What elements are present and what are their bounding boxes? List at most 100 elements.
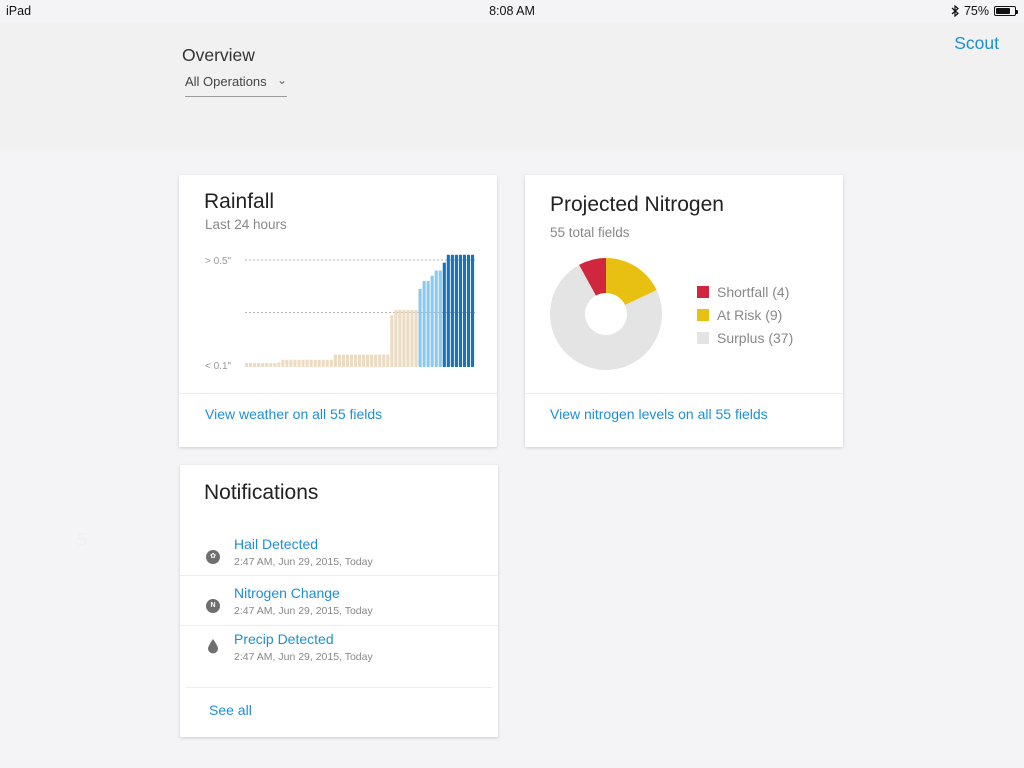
status-bar: iPad 8:08 AM 75%: [0, 0, 1024, 22]
legend-item: Shortfall (4): [697, 280, 793, 303]
view-nitrogen-link[interactable]: View nitrogen levels on all 55 fields: [550, 406, 768, 422]
rainfall-bar: [257, 363, 261, 367]
rainfall-bar: [458, 254, 463, 367]
rainfall-bar: [462, 254, 467, 367]
nitrogen-icon: N: [206, 599, 220, 613]
legend-swatch: [697, 285, 709, 298]
rainfall-bar: [418, 288, 422, 367]
rainfall-bar: [357, 354, 362, 367]
rainfall-bar: [382, 354, 386, 367]
rainfall-subtitle: Last 24 hours: [205, 217, 287, 232]
rainfall-bar: [273, 363, 277, 367]
rainfall-bar: [321, 359, 325, 367]
hail-icon: ✿: [206, 550, 220, 564]
legend-swatch: [697, 331, 709, 344]
rainfall-bar: [353, 354, 358, 367]
rainfall-bar: [349, 354, 354, 367]
notifications-card: Notifications ✿ Hail Detected 2:47 AM, J…: [180, 465, 498, 737]
y-tick-label: > 0.5": [205, 256, 232, 267]
nitrogen-subtitle: 55 total fields: [550, 225, 630, 240]
water-drop-icon: [208, 639, 218, 654]
notification-item[interactable]: Precip Detected 2:47 AM, Jun 29, 2015, T…: [180, 631, 498, 679]
battery-tip: [1016, 10, 1018, 14]
rainfall-bar: [265, 363, 269, 367]
rainfall-bar: [410, 309, 414, 368]
side-marker: 5: [77, 530, 88, 550]
rainfall-bar: [422, 281, 426, 367]
rainfall-bar: [309, 359, 313, 367]
rainfall-bar: [249, 363, 253, 367]
nitrogen-legend: Shortfall (4) At Risk (9) Surplus (37): [697, 280, 793, 349]
rainfall-bar: [466, 254, 471, 367]
rainfall-bar: [305, 359, 309, 367]
operations-select[interactable]: All Operations ⌄: [185, 73, 287, 97]
rainfall-bar: [430, 275, 434, 367]
rainfall-bar: [301, 359, 305, 367]
rainfall-bar: [406, 309, 410, 368]
legend-label: Surplus (37): [717, 329, 794, 346]
rainfall-bar: [390, 315, 394, 368]
rainfall-bar: [333, 354, 337, 367]
battery-icon: [994, 6, 1018, 16]
chevron-down-icon: ⌄: [276, 73, 287, 87]
rainfall-chart: > 0.5" < 0.1": [205, 254, 475, 372]
notification-divider: [180, 625, 498, 626]
nitrogen-title: Projected Nitrogen: [550, 193, 724, 216]
rainfall-bar: [297, 359, 301, 367]
rainfall-card: Rainfall Last 24 hours > 0.5" < 0.1" View…: [179, 175, 497, 447]
rainfall-bar: [293, 359, 297, 367]
rainfall-divider: [179, 393, 497, 394]
scout-link[interactable]: Scout: [954, 33, 999, 54]
rainfall-bar: [446, 254, 450, 367]
y-tick-label: < 0.1": [205, 361, 232, 372]
rainfall-bar: [426, 281, 430, 367]
rainfall-bar: [313, 359, 317, 367]
nitrogen-card: Projected Nitrogen 55 total fields Short…: [525, 175, 843, 447]
rainfall-bar: [285, 359, 289, 367]
notification-title[interactable]: Hail Detected: [234, 536, 318, 552]
legend-item: Surplus (37): [697, 326, 793, 349]
notifications-title: Notifications: [204, 481, 319, 504]
rainfall-bar: [398, 309, 402, 368]
notification-item[interactable]: ✿ Hail Detected 2:47 AM, Jun 29, 2015, T…: [180, 536, 498, 584]
rainfall-bar: [394, 309, 398, 368]
rainfall-bar: [362, 354, 366, 367]
legend-label: Shortfall (4): [717, 283, 790, 300]
rainfall-bar: [277, 362, 281, 368]
header: Overview All Operations ⌄ Scout: [0, 22, 1024, 150]
legend-swatch: [697, 308, 709, 321]
rainfall-bar: [374, 354, 378, 367]
rainfall-bar: [317, 359, 321, 367]
see-all-link[interactable]: See all: [209, 702, 252, 718]
legend-label: At Risk (9): [717, 306, 783, 323]
rainfall-bar: [470, 254, 475, 367]
battery-fill: [996, 8, 1010, 14]
operations-select-value: All Operations: [185, 74, 267, 89]
notification-time: 2:47 AM, Jun 29, 2015, Today: [234, 556, 373, 568]
notification-divider: [186, 687, 492, 688]
rainfall-bar: [370, 354, 374, 367]
rainfall-bar: [402, 309, 406, 368]
rainfall-title: Rainfall: [204, 190, 275, 213]
notification-title[interactable]: Precip Detected: [234, 631, 334, 647]
rainfall-bar: [414, 309, 418, 368]
rainfall-bar: [341, 354, 345, 367]
rainfall-bar: [329, 359, 333, 367]
rainfall-bar: [450, 254, 454, 367]
legend-item: At Risk (9): [697, 303, 793, 326]
notification-title[interactable]: Nitrogen Change: [234, 585, 340, 601]
rainfall-bar: [261, 363, 265, 367]
rainfall-bar: [366, 354, 370, 367]
view-weather-link[interactable]: View weather on all 55 fields: [205, 406, 382, 422]
rainfall-bar: [386, 354, 390, 367]
bluetooth-icon: [951, 5, 959, 17]
rainfall-bar: [337, 354, 341, 367]
notification-time: 2:47 AM, Jun 29, 2015, Today: [234, 605, 373, 617]
rainfall-bar: [281, 359, 285, 367]
rainfall-bar: [245, 363, 249, 367]
rainfall-bar: [269, 363, 273, 367]
rainfall-bar: [442, 262, 446, 368]
rainfall-bar: [325, 359, 329, 367]
rainfall-bar: [289, 359, 293, 367]
rainfall-bar: [434, 270, 438, 367]
